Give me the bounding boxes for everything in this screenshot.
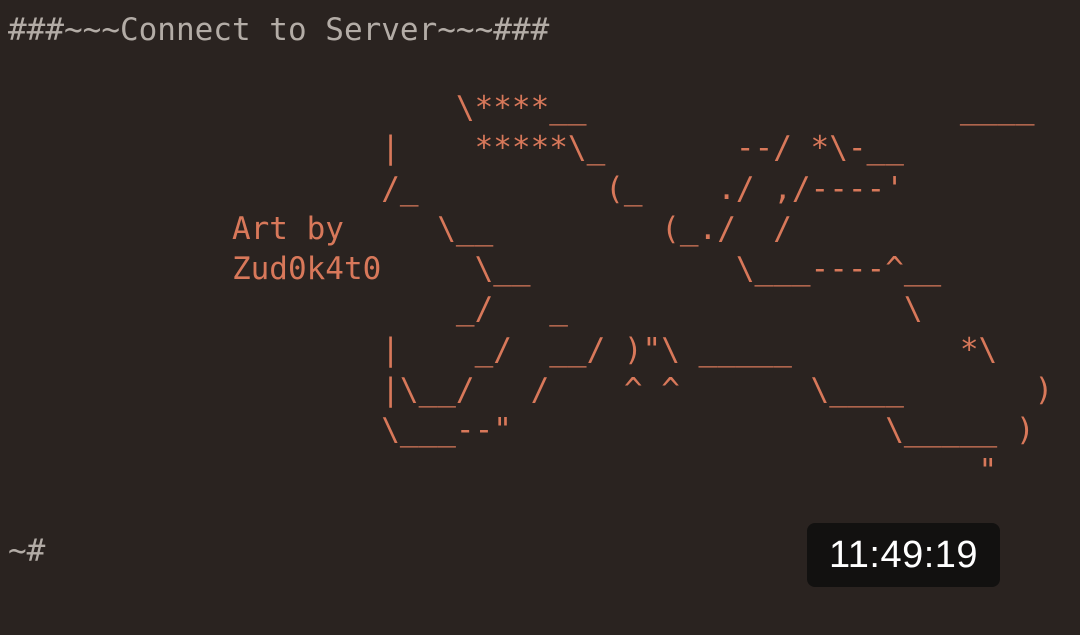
clock-overlay: 11:49:19 bbox=[807, 523, 1000, 587]
ascii-art: \****__ ____ | *****\_ --/ *\-__ /_ (_ .… bbox=[231, 90, 1054, 489]
shell-prompt[interactable]: ~# bbox=[8, 532, 45, 570]
clock-time: 11:49:19 bbox=[828, 533, 979, 576]
connect-header: ###~~~Connect to Server~~~### bbox=[8, 12, 550, 48]
